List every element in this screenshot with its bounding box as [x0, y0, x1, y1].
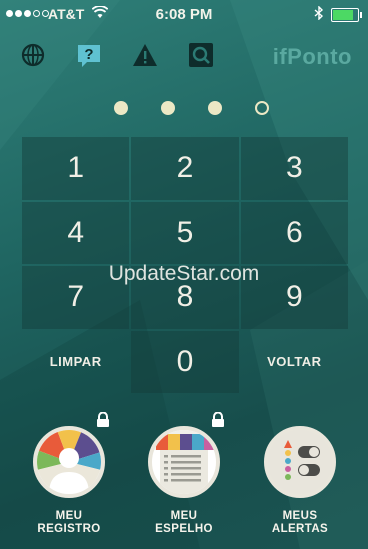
pin-dot	[254, 101, 269, 115]
key-3[interactable]: 3	[240, 137, 348, 200]
lock-icon	[212, 412, 224, 427]
person-icon	[33, 426, 105, 498]
key-6[interactable]: 6	[240, 201, 348, 264]
meu-registro-button[interactable]: MEU REGISTRO	[14, 412, 124, 536]
clock: 6:08 PM	[155, 6, 213, 23]
meus-alertas-button[interactable]: MEUS ALERTAS	[245, 420, 355, 536]
key-5[interactable]: 5	[131, 201, 239, 264]
feature-label-line1: MEU	[55, 510, 83, 522]
key-limpar[interactable]: LIMPAR	[22, 331, 129, 394]
lock-icon	[97, 412, 109, 427]
battery-icon	[331, 8, 362, 22]
key-0[interactable]: 0	[131, 330, 239, 393]
alert-icon[interactable]	[130, 40, 160, 70]
feature-label-line2: ALERTAS	[271, 523, 329, 535]
meu-espelho-button[interactable]: MEU ESPELHO	[129, 412, 239, 536]
svg-text:?: ?	[84, 46, 93, 63]
feature-label-line1: MEUS	[282, 510, 318, 522]
pin-dot	[160, 101, 175, 115]
key-1[interactable]: 1	[22, 137, 130, 200]
document-icon	[148, 426, 220, 498]
globe-icon[interactable]	[18, 40, 48, 70]
key-2[interactable]: 2	[131, 137, 239, 200]
feature-bar: MEU REGISTRO MEU ESPELHO MEUS ALERTAS	[0, 412, 368, 540]
pin-indicator	[0, 101, 368, 115]
watermark: UpdateStar.com	[108, 262, 260, 285]
key-4[interactable]: 4	[22, 201, 130, 264]
brand-logo: ifPonto	[272, 44, 352, 69]
status-bar: AT&T 6:08 PM	[0, 0, 368, 30]
help-icon[interactable]: ?	[74, 40, 104, 70]
battery-level	[333, 10, 353, 20]
key-voltar[interactable]: VOLTAR	[241, 331, 348, 394]
bluetooth-icon	[314, 5, 324, 23]
feature-label-line1: MEU	[170, 510, 198, 522]
top-toolbar: ?	[18, 40, 216, 70]
feature-label-line2: REGISTRO	[37, 523, 101, 535]
pin-dot	[207, 101, 222, 115]
search-icon[interactable]	[186, 40, 216, 70]
feature-label-line2: ESPELHO	[155, 523, 213, 535]
toggle-icon	[264, 426, 336, 498]
pin-dot	[113, 101, 128, 115]
